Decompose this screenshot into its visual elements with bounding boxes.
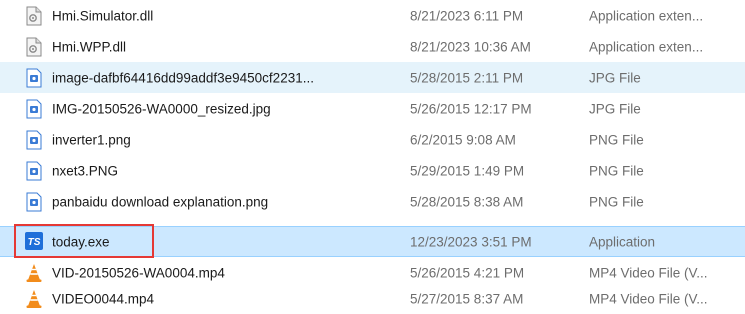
- file-row-today-exe[interactable]: TS today.exe 12/23/2023 3:51 PM Applicat…: [0, 226, 745, 257]
- svg-text:TS: TS: [28, 237, 41, 248]
- file-date-modified: 5/28/2015 8:38 AM: [410, 194, 524, 209]
- file-list: Hmi.Simulator.dll 8/21/2023 6:11 PM Appl…: [0, 0, 745, 312]
- file-name: VID-20150526-WA0004.mp4: [52, 265, 225, 280]
- file-row-video0044[interactable]: VIDEO0044.mp4 5/27/2015 8:37 AM MP4 Vide…: [0, 283, 745, 314]
- vlc-cone-icon: [25, 263, 43, 283]
- image-file-icon: [25, 99, 43, 119]
- ts-app-icon: TS: [25, 231, 43, 252]
- file-type: PNG File: [589, 163, 644, 178]
- file-date-modified: 12/23/2023 3:51 PM: [410, 234, 532, 249]
- file-type: PNG File: [589, 132, 644, 147]
- file-row-hmi-simulator[interactable]: Hmi.Simulator.dll 8/21/2023 6:11 PM Appl…: [0, 0, 745, 31]
- vlc-cone-icon: [25, 289, 43, 309]
- file-row-img-20150526[interactable]: IMG-20150526-WA0000_resized.jpg 5/26/201…: [0, 93, 745, 124]
- file-name: Hmi.WPP.dll: [52, 39, 127, 54]
- file-type: Application exten...: [589, 39, 704, 54]
- file-row-inverter1[interactable]: inverter1.png 6/2/2015 9:08 AM PNG File: [0, 124, 745, 155]
- file-type: Application exten...: [589, 8, 704, 23]
- file-date-modified: 5/26/2015 4:21 PM: [410, 265, 525, 280]
- file-name: today.exe: [52, 234, 110, 249]
- file-name: image-dafbf64416dd99addf3e9450cf2231...: [52, 70, 314, 85]
- file-row-image-dafbf[interactable]: image-dafbf64416dd99addf3e9450cf2231... …: [0, 62, 745, 93]
- file-row-hmi-wpp[interactable]: Hmi.WPP.dll 8/21/2023 10:36 AM Applicati…: [0, 31, 745, 62]
- file-date-modified: 6/2/2015 9:08 AM: [410, 132, 516, 147]
- file-type: MP4 Video File (V...: [589, 265, 708, 280]
- dll-file-icon: [25, 6, 43, 26]
- file-name: Hmi.Simulator.dll: [52, 8, 154, 23]
- file-date-modified: 5/27/2015 8:37 AM: [410, 291, 524, 306]
- file-type: PNG File: [589, 194, 644, 209]
- file-name: VIDEO0044.mp4: [52, 291, 155, 306]
- image-file-icon: [25, 192, 43, 212]
- file-row-panbaidu[interactable]: panbaidu download explanation.png 5/28/2…: [0, 186, 745, 217]
- file-type: JPG File: [589, 101, 641, 116]
- file-date-modified: 5/28/2015 2:11 PM: [410, 70, 524, 85]
- file-name: nxet3.PNG: [52, 163, 119, 178]
- file-date-modified: 5/29/2015 1:49 PM: [410, 163, 525, 178]
- file-type: Application: [589, 234, 656, 249]
- file-date-modified: 5/26/2015 12:17 PM: [410, 101, 532, 116]
- file-type: MP4 Video File (V...: [589, 291, 708, 306]
- file-row-nxet3[interactable]: nxet3.PNG 5/29/2015 1:49 PM PNG File: [0, 155, 745, 186]
- file-type: JPG File: [589, 70, 641, 85]
- file-name: IMG-20150526-WA0000_resized.jpg: [52, 101, 271, 116]
- file-date-modified: 8/21/2023 6:11 PM: [410, 8, 524, 23]
- file-date-modified: 8/21/2023 10:36 AM: [410, 39, 531, 54]
- image-file-icon: [25, 68, 43, 88]
- dll-file-icon: [25, 37, 43, 57]
- file-name: inverter1.png: [52, 132, 131, 147]
- image-file-icon: [25, 130, 43, 150]
- file-name: panbaidu download explanation.png: [52, 194, 269, 209]
- image-file-icon: [25, 161, 43, 181]
